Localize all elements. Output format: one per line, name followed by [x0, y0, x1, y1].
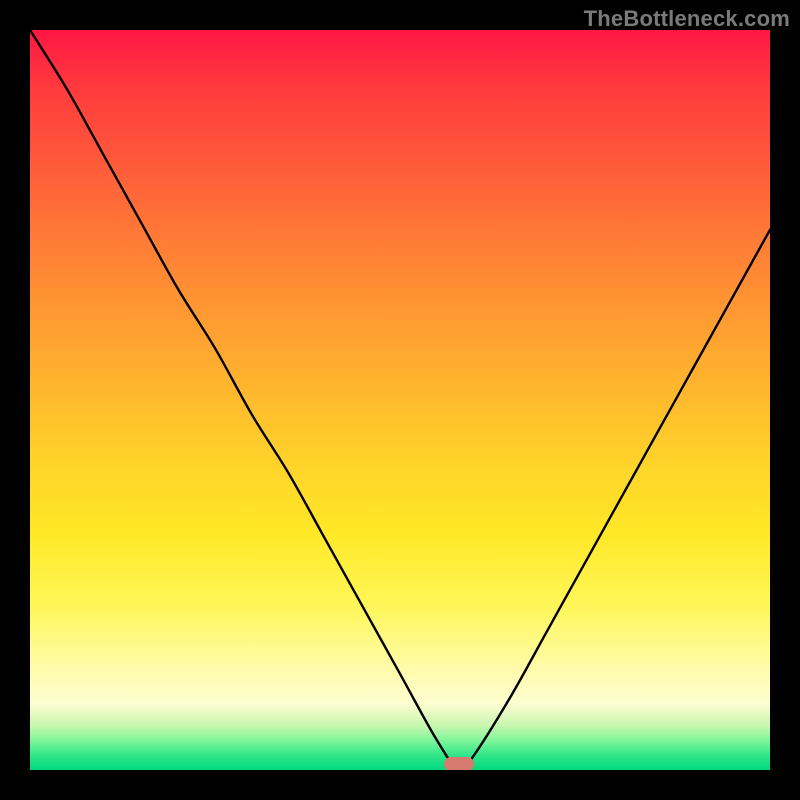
chart-frame: TheBottleneck.com — [0, 0, 800, 800]
plot-area — [30, 30, 770, 770]
credit-label: TheBottleneck.com — [584, 6, 790, 32]
bottleneck-curve — [30, 30, 770, 770]
minimum-marker — [444, 757, 474, 770]
